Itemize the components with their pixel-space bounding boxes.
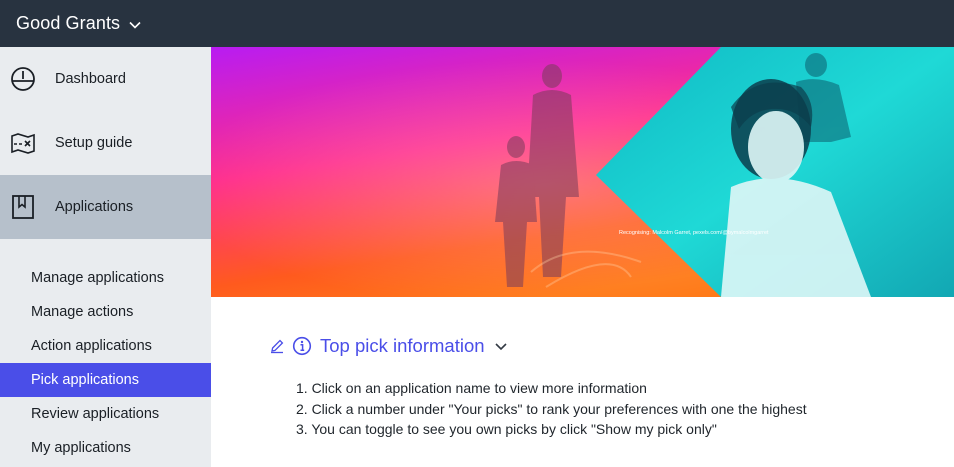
subnav-pick-applications[interactable]: Pick applications (0, 363, 211, 397)
subnav-manage-applications[interactable]: Manage applications (0, 261, 211, 295)
sidebar-item-applications[interactable]: Applications (0, 175, 211, 239)
subnav-review-applications[interactable]: Review applications (0, 397, 211, 431)
top-bar: Good Grants (0, 0, 954, 47)
instructions-list: 1. Click on an application name to view … (296, 378, 807, 440)
subnav-manage-actions[interactable]: Manage actions (0, 295, 211, 329)
chevron-down-icon[interactable] (128, 18, 142, 32)
info-title[interactable]: Top pick information (320, 335, 485, 357)
sidebar-item-dashboard[interactable]: Dashboard (0, 47, 211, 111)
sidebar-item-label: Applications (55, 199, 134, 215)
sidebar-item-label: Setup guide (55, 135, 133, 151)
instruction-item: 2. Click a number under "Your picks" to … (296, 400, 807, 417)
pencil-icon[interactable] (269, 338, 285, 354)
sidebar-item-label: Dashboard (55, 71, 126, 87)
info-header: Top pick information (269, 335, 509, 357)
sidebar: Dashboard Setup guide Applications Manag… (0, 47, 211, 467)
sidebar-item-setup-guide[interactable]: Setup guide (0, 111, 211, 175)
main-content: Top pick information 1. Click on an appl… (211, 297, 954, 467)
info-icon (292, 336, 312, 356)
treasure-map-icon (10, 130, 36, 156)
photo-credit: Recognising: Malcolm Garret, pexels.com/… (619, 230, 769, 236)
applications-submenu: Manage applications Manage actions Actio… (0, 239, 211, 465)
subnav-action-applications[interactable]: Action applications (0, 329, 211, 363)
hero-banner-image: Recognising: Malcolm Garret, pexels.com/… (211, 47, 954, 297)
brand-name[interactable]: Good Grants (16, 13, 120, 34)
instruction-item: 1. Click on an application name to view … (296, 380, 647, 396)
instruction-item: 3. You can toggle to see you own picks b… (296, 421, 717, 437)
subnav-my-applications[interactable]: My applications (0, 431, 211, 465)
dashboard-icon (10, 66, 36, 92)
bookmark-icon (10, 194, 36, 220)
chevron-down-icon[interactable] (493, 338, 509, 354)
hero-banner: Recognising: Malcolm Garret, pexels.com/… (211, 47, 954, 297)
